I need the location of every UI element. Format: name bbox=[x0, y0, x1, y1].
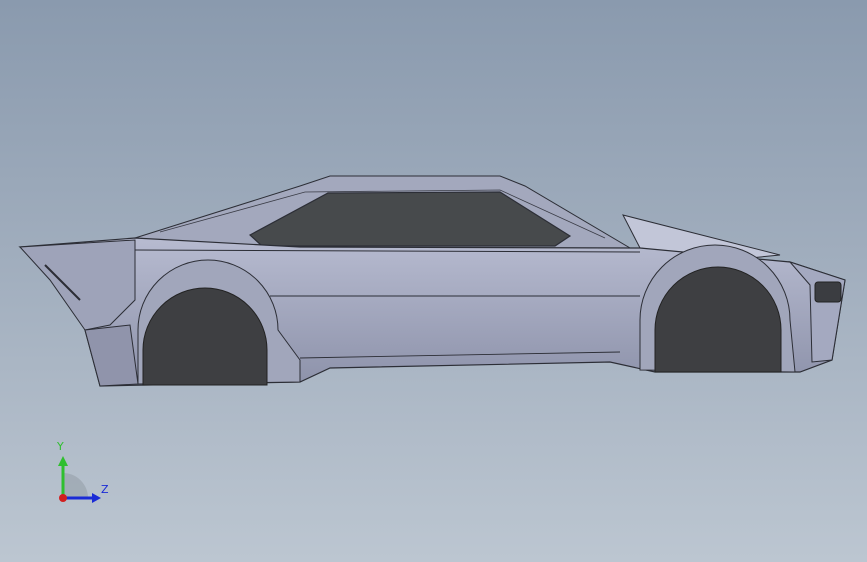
front-bumper bbox=[84, 324, 139, 387]
triad-plane-shading bbox=[63, 473, 88, 498]
cad-viewport[interactable]: Y Z bbox=[0, 0, 867, 562]
tail-light bbox=[814, 281, 842, 303]
z-axis-label: Z bbox=[101, 483, 109, 496]
z-axis-arrow bbox=[92, 493, 101, 503]
y-axis-arrow bbox=[58, 456, 68, 466]
orientation-triad[interactable]: Y Z bbox=[40, 438, 120, 513]
front-nose bbox=[18, 239, 136, 331]
x-axis-dot bbox=[59, 494, 67, 502]
triad-axes bbox=[58, 456, 101, 503]
car-body-model[interactable] bbox=[0, 0, 867, 562]
y-axis-label: Y bbox=[57, 440, 64, 453]
